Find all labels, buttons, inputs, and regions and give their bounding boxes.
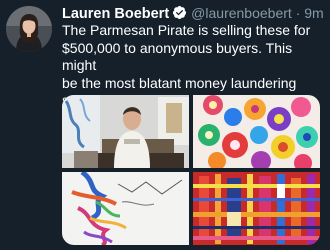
verified-badge-icon	[172, 5, 187, 20]
tweet[interactable]: Lauren Boebert @laurenboebert · 9m The Pa…	[0, 0, 330, 250]
avatar-photo	[6, 6, 52, 52]
author-name[interactable]: Lauren Boebert	[62, 6, 169, 22]
media-image-2[interactable]	[193, 95, 320, 168]
separator-dot: ·	[295, 5, 301, 21]
media-image-4[interactable]	[193, 172, 320, 245]
tweet-header: Lauren Boebert @laurenboebert · 9m	[62, 4, 326, 22]
author-handle[interactable]: @laurenboebert	[191, 5, 292, 21]
header-separator: ·	[292, 5, 304, 21]
avatar[interactable]	[6, 6, 52, 52]
media-image-1[interactable]	[62, 95, 189, 168]
tweet-media-grid	[62, 95, 320, 245]
media-image-3[interactable]	[62, 172, 189, 245]
tweet-timestamp[interactable]: 9m	[304, 5, 323, 21]
